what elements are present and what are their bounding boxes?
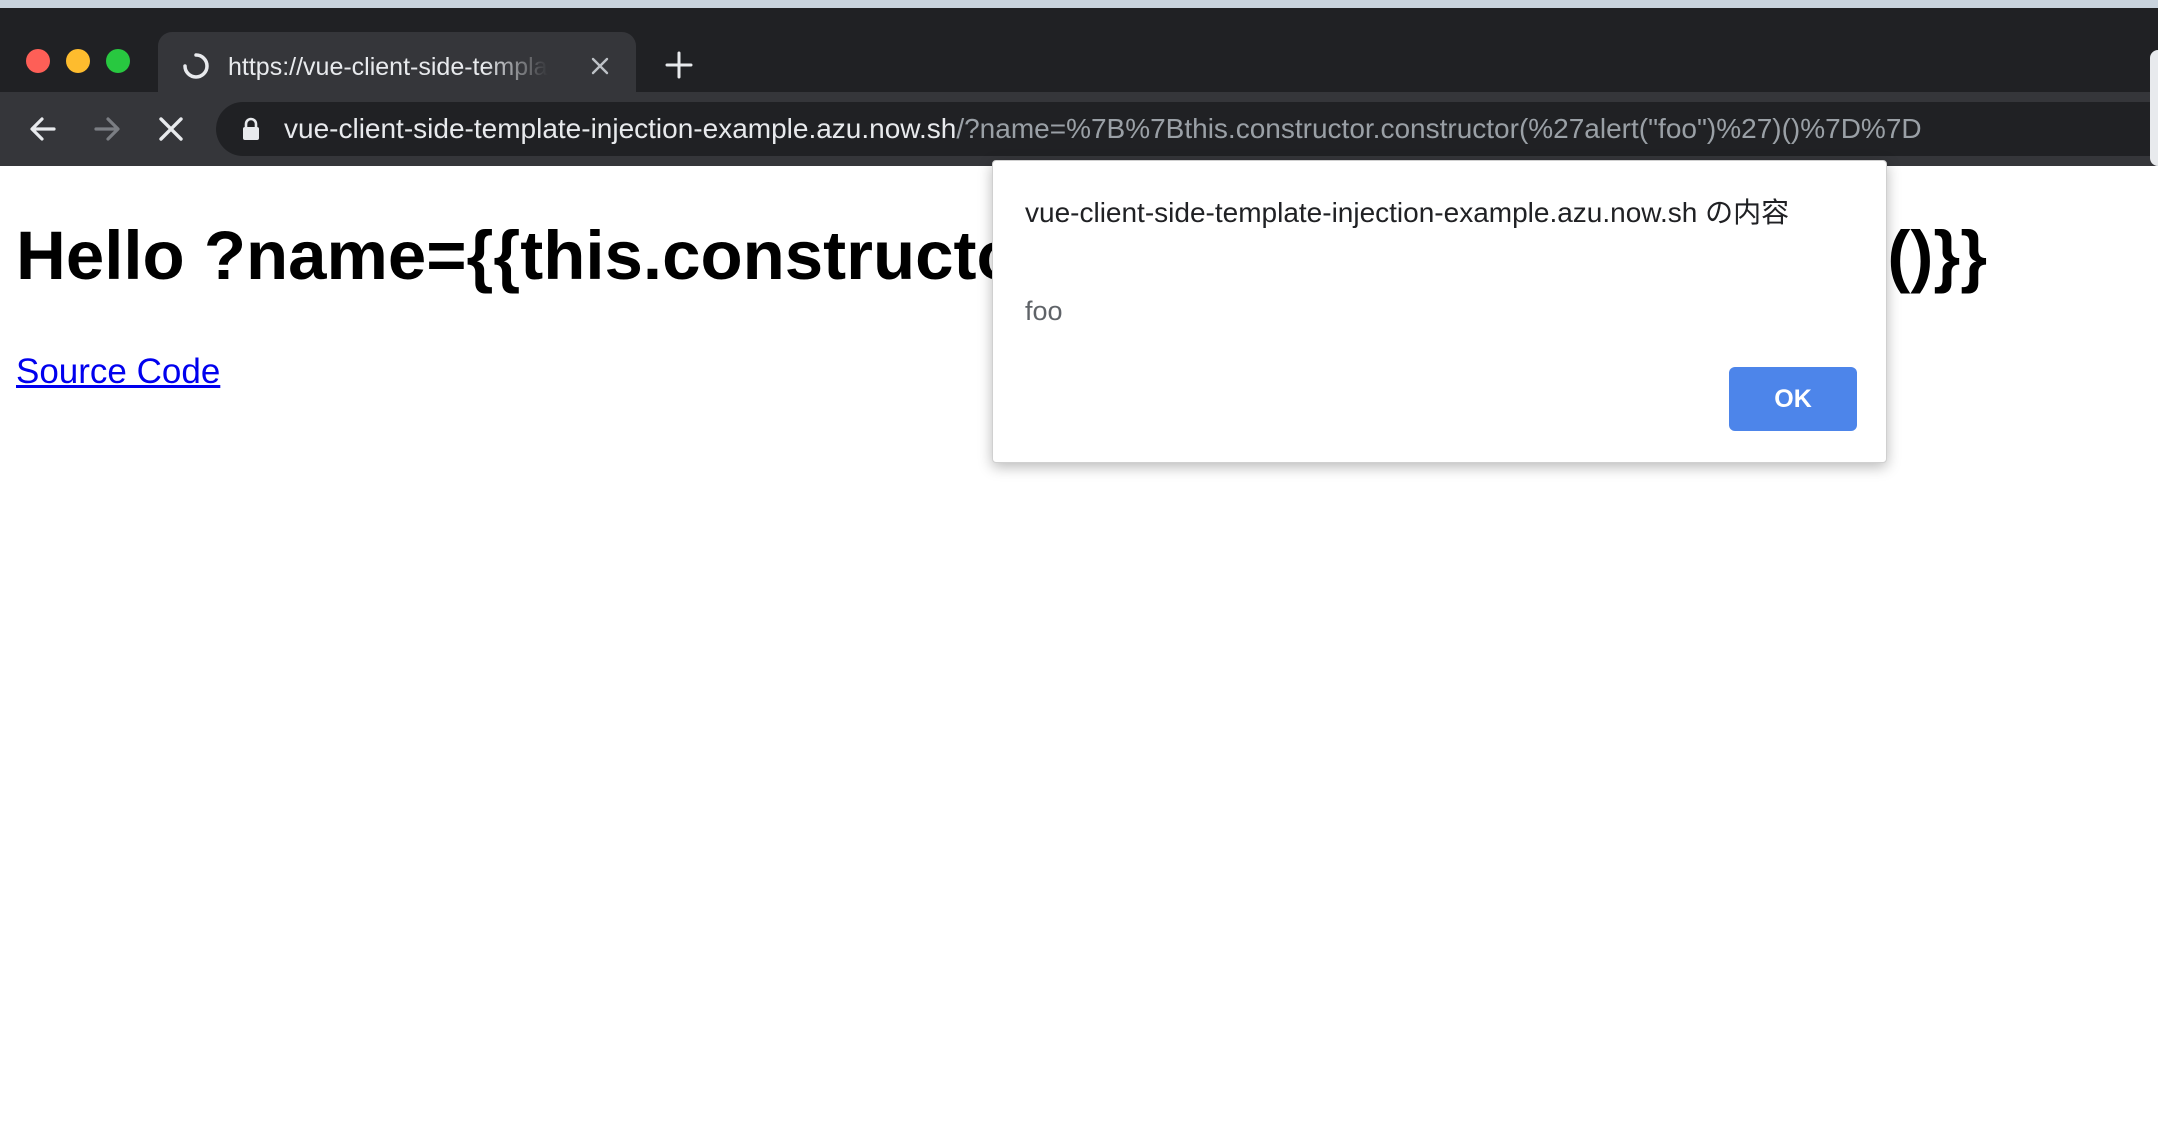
forward-arrow-icon[interactable] bbox=[90, 112, 124, 146]
address-bar[interactable]: vue-client-side-template-injection-examp… bbox=[216, 102, 2158, 156]
window-minimize-button[interactable] bbox=[66, 49, 90, 73]
address-bar-url[interactable]: vue-client-side-template-injection-examp… bbox=[284, 102, 1922, 156]
back-arrow-icon[interactable] bbox=[26, 112, 60, 146]
window-close-button[interactable] bbox=[26, 49, 50, 73]
alert-dialog-message: foo bbox=[1025, 296, 1063, 326]
tab-strip: https://vue-client-side-template-injecti… bbox=[0, 8, 2158, 100]
desktop-menubar-strip bbox=[0, 0, 2158, 8]
browser-tab-active[interactable]: https://vue-client-side-template-injecti… bbox=[158, 32, 636, 100]
ok-button[interactable]: OK bbox=[1729, 367, 1857, 431]
window-edge-partial bbox=[2150, 50, 2158, 166]
close-tab-icon[interactable] bbox=[588, 54, 612, 78]
stop-loading-icon[interactable] bbox=[154, 112, 188, 146]
alert-dialog: vue-client-side-template-injection-examp… bbox=[992, 160, 1887, 463]
alert-dialog-title: vue-client-side-template-injection-examp… bbox=[1025, 197, 1790, 228]
url-host: vue-client-side-template-injection-examp… bbox=[284, 113, 957, 144]
tab-title: https://vue-client-side-template-injecti… bbox=[228, 53, 548, 81]
source-code-link[interactable]: Source Code bbox=[16, 350, 220, 394]
window-zoom-button[interactable] bbox=[106, 49, 130, 73]
lock-icon[interactable] bbox=[242, 117, 260, 141]
url-path: /?name=%7B%7Bthis.constructor.constructo… bbox=[956, 113, 1922, 144]
new-tab-icon[interactable] bbox=[664, 50, 694, 80]
loading-spinner-icon bbox=[183, 53, 209, 79]
browser-toolbar: vue-client-side-template-injection-examp… bbox=[0, 92, 2158, 166]
